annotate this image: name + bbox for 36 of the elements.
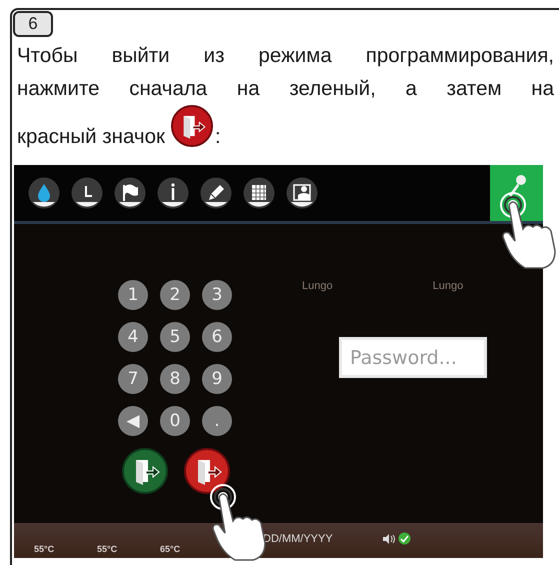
exit-door-button[interactable] [184, 448, 230, 494]
speaker-icon[interactable] [382, 534, 395, 544]
exit-door-icon [170, 105, 213, 147]
temperature-reading: 55°C [97, 544, 118, 554]
drink-label: Lungo [432, 280, 464, 292]
exit-door-button[interactable] [122, 448, 168, 494]
keypad-key[interactable]: ◀ [118, 406, 148, 436]
drink-label: Lungo [302, 280, 333, 292]
keypad-key[interactable]: 2 [160, 280, 190, 310]
temperature-reading: 65°C [160, 544, 182, 554]
calendar-icon[interactable] [243, 177, 275, 209]
person-at-board-icon[interactable] [286, 177, 318, 209]
keypad-key[interactable]: 6 [202, 322, 232, 352]
flag-icon[interactable] [114, 177, 146, 209]
info-icon[interactable] [157, 177, 189, 209]
instruction-text: красный значок [17, 124, 165, 150]
pencil-icon[interactable] [200, 177, 232, 209]
keypad-key[interactable]: 7 [118, 364, 148, 394]
instruction-colon: : [214, 124, 221, 150]
temperature-reading: 55°C [34, 544, 56, 554]
password-field[interactable]: Password... [339, 337, 487, 378]
step-number: 6 [13, 11, 53, 37]
date-text: DD/MM/YYYY [263, 533, 333, 545]
keypad-key[interactable]: 3 [202, 280, 232, 310]
keypad-key[interactable]: 1 [118, 280, 148, 310]
instruction-text: нажмите сначала на зеленый, а затем на [17, 76, 554, 102]
drop-icon[interactable] [28, 177, 60, 209]
keypad-key[interactable]: 5 [160, 322, 190, 352]
keypad-key[interactable]: 0 [160, 406, 190, 436]
instruction-text: Чтобы выйти из режима программирования, [17, 43, 554, 69]
keypad-key[interactable]: 9 [202, 364, 232, 394]
keypad-key[interactable]: 4 [118, 322, 148, 352]
clock-hands-icon[interactable] [71, 177, 103, 209]
status-ok-icon [398, 532, 411, 545]
keypad-key[interactable]: 8 [160, 364, 190, 394]
keypad-key[interactable]: . [202, 406, 232, 436]
